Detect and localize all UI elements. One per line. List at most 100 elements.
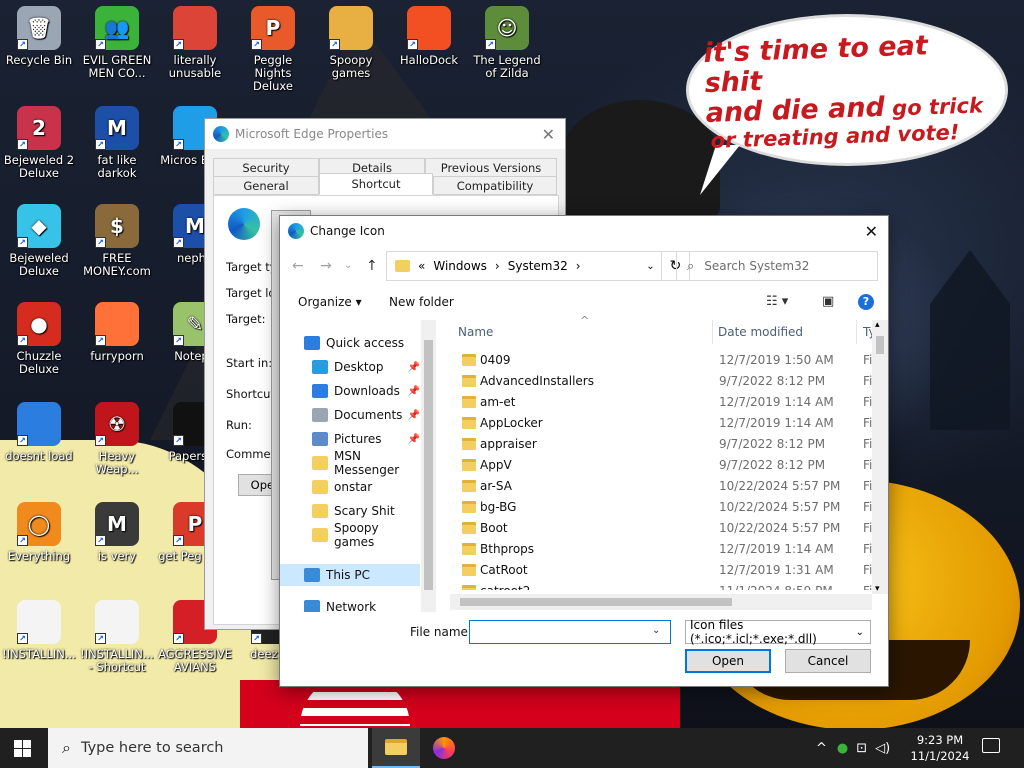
nav-item[interactable]: Desktop 📌	[280, 356, 420, 378]
desktop-icon[interactable]: $ ↗ FREE MONEY.com	[78, 204, 156, 278]
file-row[interactable]: AppLocker 12/7/2019 1:14 AM Fi	[450, 413, 872, 434]
tab-security[interactable]: Security	[213, 158, 319, 177]
firefox-icon	[433, 737, 455, 759]
taskbar-firefox[interactable]	[420, 728, 468, 768]
taskbar-clock[interactable]: 9:23 PM 11/1/2024	[898, 732, 982, 764]
desktop-icon[interactable]: M ↗ is very	[78, 502, 156, 563]
column-name[interactable]: Name	[458, 325, 493, 339]
navigation-scrollbar[interactable]	[421, 320, 436, 612]
desktop-icon[interactable]: 2 ↗ Bejeweled 2 Deluxe	[0, 106, 78, 180]
nav-item[interactable]: Quick access	[280, 332, 420, 354]
volume-icon[interactable]: ◁)	[875, 741, 890, 756]
scrollbar-thumb[interactable]	[424, 340, 433, 590]
file-row[interactable]: Boot 10/22/2024 5:57 PM Fi	[450, 518, 872, 539]
column-date-modified[interactable]: Date modified	[718, 325, 803, 339]
folder-icon	[462, 564, 476, 576]
desktop-icon[interactable]: ☺ ↗ The Legend of Zilda	[468, 6, 546, 80]
breadcrumb-system32[interactable]: System32	[508, 259, 568, 273]
file-name-input[interactable]	[469, 620, 671, 644]
breadcrumb-overflow[interactable]: «	[418, 259, 425, 273]
file-type-select[interactable]: Icon files (*.ico;*.icl;*.exe;*.dll) ⌄	[685, 618, 871, 646]
chevron-down-icon[interactable]: ⌄	[639, 260, 661, 272]
file-row[interactable]: catroot2 11/1/2024 8:59 PM Fi	[450, 581, 872, 590]
desktop-icon[interactable]: P ↗ Peggle Nights Deluxe	[234, 6, 312, 93]
desktop-icon[interactable]: M ↗ fat like darkok	[78, 106, 156, 180]
dialog-titlebar[interactable]: Change Icon ✕	[280, 216, 888, 246]
messenger-tray-icon[interactable]: ●	[837, 741, 848, 756]
tab-general[interactable]: General	[213, 176, 319, 195]
breadcrumb-windows[interactable]: Windows	[433, 259, 487, 273]
file-row[interactable]: ar-SA 10/22/2024 5:57 PM Fi	[450, 476, 872, 497]
show-hidden-icons-icon[interactable]: ^	[816, 741, 827, 756]
close-icon[interactable]: ✕	[542, 125, 555, 144]
back-arrow-icon[interactable]: ←	[292, 258, 304, 274]
file-row[interactable]: CatRoot 12/7/2019 1:31 AM Fi	[450, 560, 872, 581]
breadcrumb-separator[interactable]: ›	[495, 259, 500, 273]
windows-start-icon[interactable]	[14, 740, 31, 757]
breadcrumb-separator[interactable]: ›	[576, 259, 581, 273]
nav-item[interactable]: Documents 📌	[280, 404, 420, 426]
desktop-icon[interactable]: ● ↗ Chuzzle Deluxe	[0, 302, 78, 376]
up-arrow-icon[interactable]: ↑	[366, 258, 378, 274]
chevron-down-icon[interactable]: ⌄	[652, 625, 660, 636]
nav-item[interactable]: This PC	[280, 564, 420, 586]
scrollbar-thumb[interactable]	[876, 336, 884, 354]
address-bar[interactable]: « Windows › System32 › ⌄	[386, 251, 662, 281]
file-list-horizontal-scrollbar[interactable]	[450, 594, 872, 610]
desktop-icon[interactable]: ↗ literally unusable	[156, 6, 234, 80]
desktop-icon[interactable]: ↗ furryporn	[78, 302, 156, 363]
desktop-icon[interactable]: ↗ !INSTALLIN... - Shortcut	[78, 600, 156, 674]
scroll-up-icon[interactable]: ▴	[875, 320, 880, 330]
desktop-icon[interactable]: ☢ ↗ Heavy Weap...	[78, 402, 156, 476]
organize-button[interactable]: Organize ▾	[298, 295, 362, 309]
desktop-icon[interactable]: ↗ Spoopy games	[312, 6, 390, 80]
open-button[interactable]: Open	[685, 649, 771, 673]
nav-item[interactable]: Scary Shit	[280, 500, 420, 522]
new-folder-button[interactable]: New folder	[389, 295, 454, 309]
file-list[interactable]: 0409 12/7/2019 1:50 AM Fi AdvancedInstaller…	[450, 350, 872, 590]
desktop-icon[interactable]: 👥 ↗ EVIL GREEN MEN CO...	[78, 6, 156, 80]
nav-item[interactable]: Downloads 📌	[280, 380, 420, 402]
search-box[interactable]: ⌕ Search System32	[676, 251, 878, 281]
tab-previous-versions[interactable]: Previous Versions	[425, 158, 557, 177]
file-row[interactable]: AdvancedInstallers 9/7/2022 8:12 PM Fi	[450, 371, 872, 392]
tab-compatibility[interactable]: Compatibility	[433, 176, 557, 195]
help-icon[interactable]: ?	[858, 294, 874, 310]
network-icon[interactable]: ⊡	[856, 741, 867, 756]
desktop-icon[interactable]: ↗ !INSTALLIN...	[0, 600, 78, 661]
file-row[interactable]: am-et 12/7/2019 1:14 AM Fi	[450, 392, 872, 413]
nav-item[interactable]: Spoopy games	[280, 521, 420, 549]
scrollbar-thumb[interactable]	[460, 598, 732, 606]
file-row[interactable]: 0409 12/7/2019 1:50 AM Fi	[450, 350, 872, 371]
nav-item[interactable]: Pictures 📌	[280, 428, 420, 450]
scroll-down-icon[interactable]: ▾	[875, 584, 880, 594]
nav-item[interactable]: Network	[280, 596, 420, 612]
desktop-icon[interactable]: 🗑 ↗ Recycle Bin	[0, 6, 78, 67]
tab-shortcut[interactable]: Shortcut	[319, 173, 433, 195]
file-list-vertical-scrollbar[interactable]: ▴ ▾	[872, 320, 888, 594]
taskbar-file-explorer[interactable]	[372, 728, 420, 768]
properties-titlebar[interactable]: Microsoft Edge Properties ✕	[205, 119, 565, 149]
close-icon[interactable]: ✕	[865, 222, 878, 241]
change-icon-dialog[interactable]: Change Icon ✕ ← → ⌄ ↑ « Windows › System…	[279, 215, 889, 687]
desktop-icon[interactable]: ↗ doesnt load	[0, 402, 78, 463]
column-separator[interactable]	[856, 320, 857, 344]
notification-center-icon[interactable]	[982, 738, 1000, 753]
recent-chevron-icon[interactable]: ⌄	[344, 260, 352, 271]
navigation-pane[interactable]: Quick access Desktop 📌 Downloads 📌 Documents 📌…	[280, 320, 436, 612]
file-row[interactable]: bg-BG 10/22/2024 5:57 PM Fi	[450, 497, 872, 518]
view-options-icon[interactable]: ☷ ▾	[766, 294, 788, 309]
nav-item[interactable]: onstar	[280, 476, 420, 498]
desktop-icon[interactable]: ↗ HalloDock	[390, 6, 468, 67]
nav-item[interactable]: MSN Messenger	[280, 449, 420, 477]
cancel-button[interactable]: Cancel	[785, 649, 871, 673]
taskbar-search-box[interactable]: ⌕ Type here to search	[48, 728, 368, 768]
desktop-icon[interactable]: ◆ ↗ Bejeweled Deluxe	[0, 204, 78, 278]
column-separator[interactable]	[712, 320, 713, 344]
file-row[interactable]: AppV 9/7/2022 8:12 PM Fi	[450, 455, 872, 476]
file-row[interactable]: Bthprops 12/7/2019 1:14 AM Fi	[450, 539, 872, 560]
desktop-icon[interactable]: ◯ ↗ Everything	[0, 502, 78, 563]
forward-arrow-icon[interactable]: →	[320, 258, 332, 274]
preview-pane-icon[interactable]: ▣	[822, 294, 834, 309]
file-row[interactable]: appraiser 9/7/2022 8:12 PM Fi	[450, 434, 872, 455]
